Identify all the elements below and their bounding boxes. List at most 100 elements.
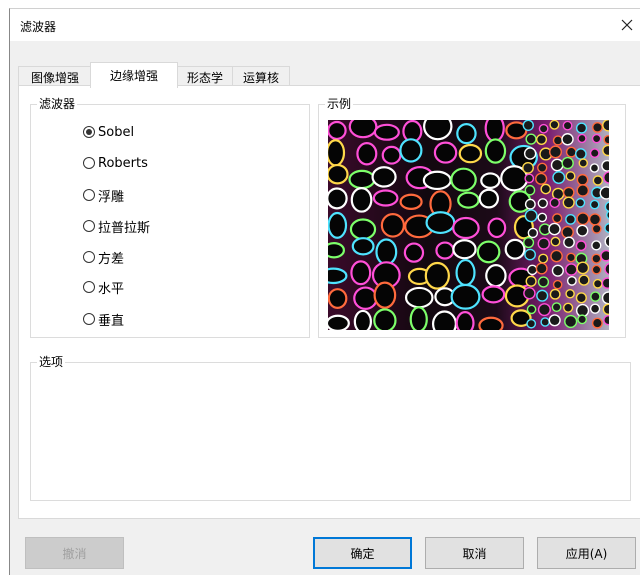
preview-cell-small <box>575 240 587 252</box>
preview-cell <box>455 311 475 330</box>
preview-cell-small <box>524 184 536 196</box>
radio-sobel[interactable]: Sobel <box>83 122 134 142</box>
preview-cell-small <box>537 162 548 173</box>
preview-cell-small <box>575 197 586 208</box>
preview-cell <box>403 242 425 263</box>
preview-cell-small <box>589 163 600 173</box>
radio-label: 水平 <box>98 281 125 297</box>
preview-cell <box>452 239 477 260</box>
preview-cell-small <box>591 223 602 234</box>
preview-cell-small <box>604 222 609 234</box>
preview-cell <box>373 308 397 330</box>
preview-cell-small <box>527 227 539 239</box>
preview-cell <box>450 167 477 192</box>
preview-cell <box>371 166 397 188</box>
preview-cell-small <box>549 288 561 300</box>
preview-cell-small <box>535 133 548 146</box>
preview-cell <box>435 241 455 260</box>
preview-cell <box>373 123 400 141</box>
preview-cell-small <box>538 253 549 264</box>
preview-cell-small <box>589 199 600 210</box>
tab-morphology[interactable]: 形态学 <box>176 66 234 87</box>
preview-cell <box>328 241 345 259</box>
preview-cell-small <box>523 286 536 300</box>
close-button[interactable] <box>615 13 639 37</box>
preview-cell-small <box>526 318 537 329</box>
preview-cell-small <box>540 317 550 327</box>
ok-button[interactable]: 确定 <box>313 537 412 569</box>
preview-cell <box>455 258 476 287</box>
preview-cell-small <box>599 186 609 200</box>
radio-roberts[interactable]: Roberts <box>83 153 148 173</box>
preview-cell-small <box>551 264 564 277</box>
preview-cell-small <box>565 288 575 299</box>
preview-cell-small <box>548 222 561 236</box>
preview-cell-small <box>578 158 589 168</box>
preview-cell-small <box>591 264 602 275</box>
preview-cell <box>348 120 378 139</box>
preview-cell-small <box>538 123 549 134</box>
example-group-legend: 示例 <box>325 97 354 111</box>
radio-variance[interactable]: 方差 <box>83 247 124 267</box>
preview-cell-small <box>537 303 551 317</box>
preview-cell-small <box>522 161 534 174</box>
preview-cell-small <box>536 289 549 302</box>
preview-cell-small <box>564 314 578 329</box>
preview-cell-small <box>550 236 561 247</box>
preview-cell-small <box>537 198 548 209</box>
preview-cell-small <box>524 198 536 210</box>
radio-icon <box>83 220 95 232</box>
preview-cell <box>452 216 480 240</box>
example-group: 示例 <box>318 97 626 338</box>
preview-cell-small <box>552 135 564 146</box>
preview-cell-small <box>592 278 603 289</box>
preview-cell-small <box>525 133 537 145</box>
preview-cell <box>504 238 526 260</box>
preview-cell <box>433 141 458 164</box>
preview-cell-small <box>550 158 564 172</box>
preview-cell-small <box>565 213 576 225</box>
preview-cell-small <box>548 314 561 327</box>
preview-cell <box>481 285 506 304</box>
preview-cell <box>350 186 373 213</box>
radio-vertical[interactable]: 垂直 <box>83 309 124 329</box>
preview-cell <box>404 286 434 309</box>
preview-cell-small <box>602 120 609 132</box>
preview-cell <box>328 267 348 285</box>
undo-button[interactable]: 撤消 <box>25 537 124 569</box>
cancel-button[interactable]: 取消 <box>425 537 524 569</box>
preview-cell <box>380 213 405 238</box>
title-bar: 滤波器 <box>10 9 640 41</box>
tab-image-enhance[interactable]: 图像增强 <box>18 66 92 87</box>
tab-kernel[interactable]: 运算核 <box>232 66 290 87</box>
preview-cell-small <box>576 261 590 275</box>
radio-laplace[interactable]: 拉普拉斯 <box>83 216 150 236</box>
radio-label: 方差 <box>98 251 125 267</box>
preview-cell-small <box>548 145 563 159</box>
preview-cell <box>349 218 377 241</box>
radio-horizontal[interactable]: 水平 <box>83 277 124 297</box>
radio-emboss[interactable]: 浮雕 <box>83 185 124 205</box>
preview-cell <box>450 283 481 310</box>
preview-cell <box>424 261 450 290</box>
preview-cell <box>350 260 372 286</box>
preview-cell <box>425 211 456 235</box>
radio-selected-icon <box>83 126 95 138</box>
preview-cell-small <box>535 262 548 275</box>
preview-cell-small <box>566 252 576 263</box>
preview-cell <box>328 288 348 309</box>
preview-cell-small <box>526 304 537 315</box>
preview-cell <box>485 264 507 288</box>
preview-cell <box>328 211 348 239</box>
preview-cell-small <box>549 120 560 130</box>
tab-edge-enhance[interactable]: 边缘增强 <box>90 62 178 88</box>
apply-button[interactable]: 应用(A) <box>537 537 636 569</box>
preview-cell-small <box>523 147 537 160</box>
preview-cell-small <box>566 275 577 286</box>
preview-cell-small <box>537 212 548 223</box>
preview-cell-small <box>575 148 587 160</box>
preview-cell <box>484 120 505 143</box>
preview-cell-small <box>527 264 538 276</box>
dialog-title: 滤波器 <box>20 20 57 34</box>
preview-cell-small <box>537 237 550 250</box>
